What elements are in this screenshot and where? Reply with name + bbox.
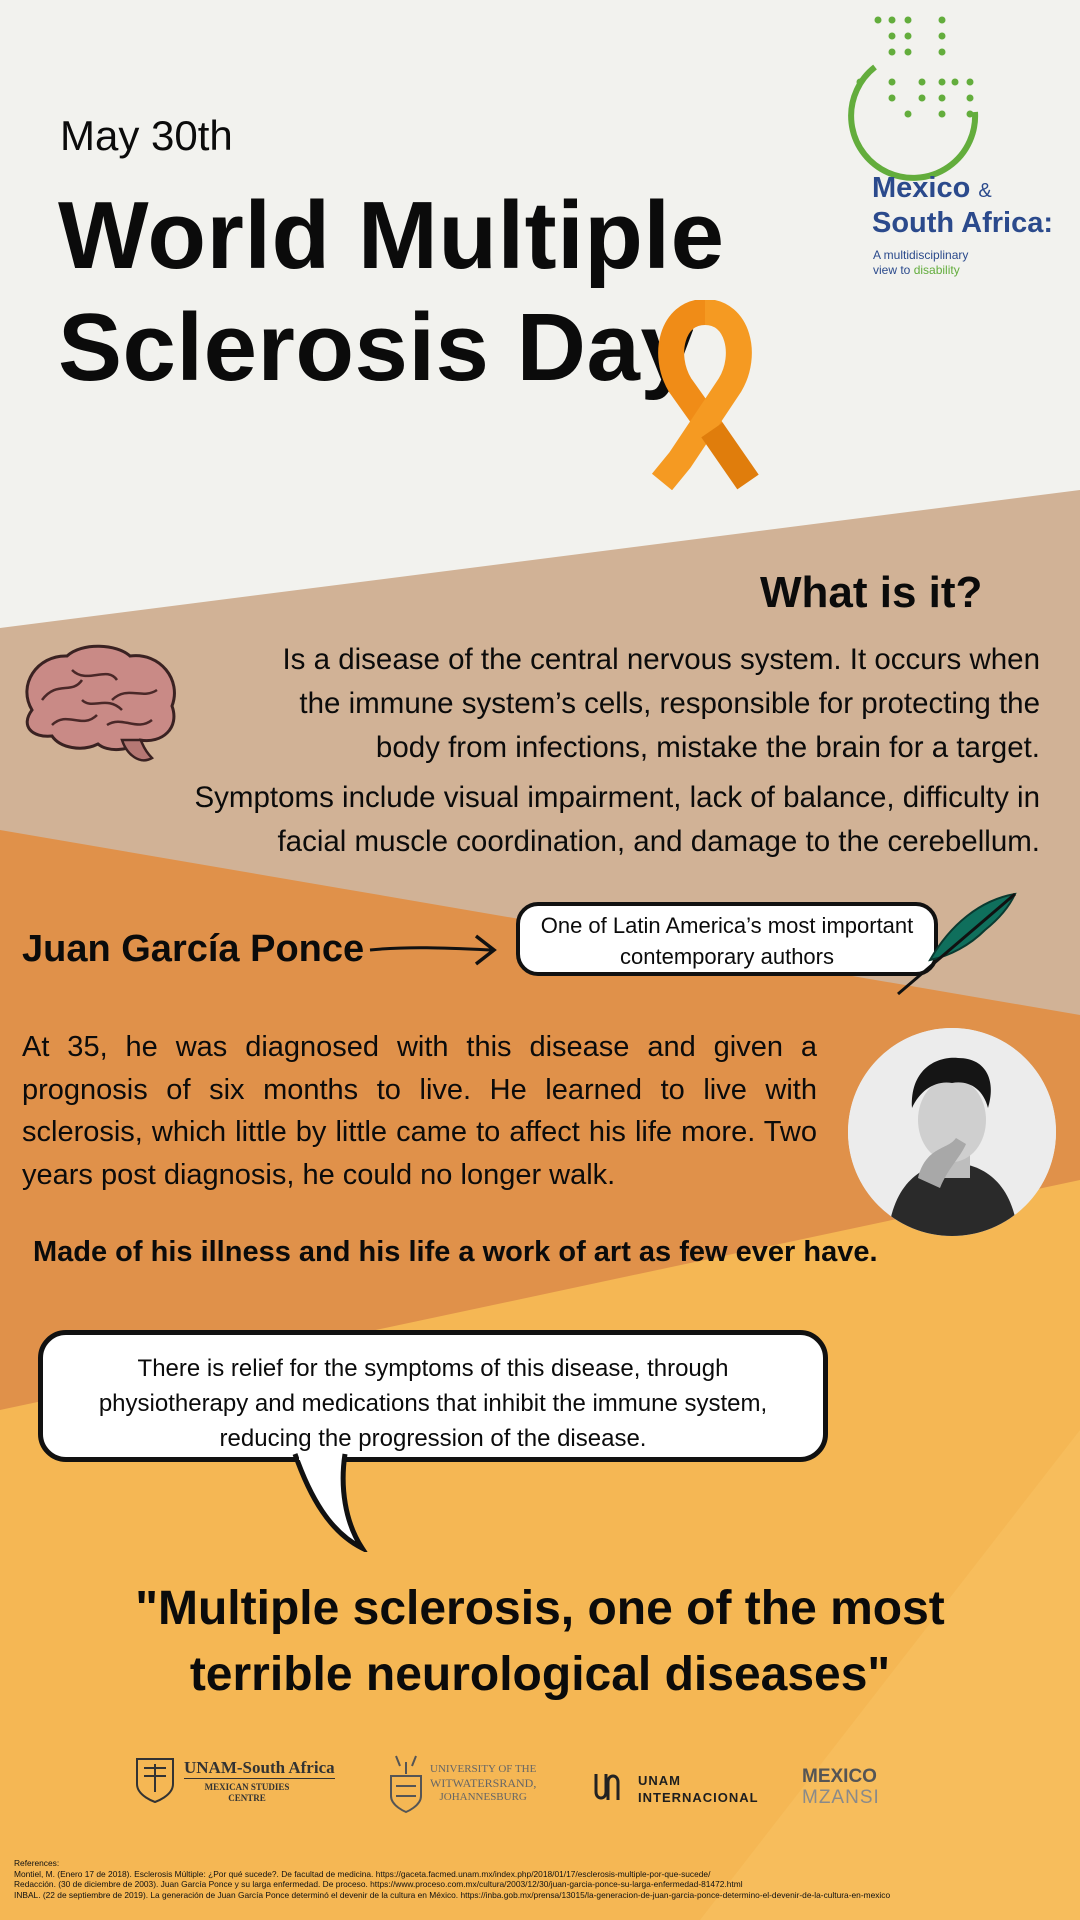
logo-wordmark: Mexico & South Africa: <box>872 172 1053 239</box>
unam-south-africa-logo: UNAM-South Africa Mexican Studies Centre <box>134 1752 354 1812</box>
unam-internacional-logo: UNAM INTERNACIONAL <box>590 1752 770 1812</box>
logo-tagline: A multidisciplinary view to disability <box>873 248 969 277</box>
highlight-statement: Made of his illness and his life a work … <box>33 1236 878 1268</box>
brain-icon <box>25 644 176 762</box>
page-title: World Multiple Sclerosis Day <box>58 182 725 401</box>
arrow-right-icon <box>369 934 497 966</box>
section-heading-what-is-it: What is it? <box>760 568 983 617</box>
mexico-mzansi-logo: MEXICO MZANSI <box>802 1766 880 1808</box>
wits-university-logo: UNIVERSITY OF THE WITWATERSRAND, JOHANNE… <box>388 1752 558 1814</box>
orange-ribbon-icon <box>651 300 759 490</box>
author-name: Juan García Ponce <box>22 928 365 970</box>
speech-bubble-tail <box>292 1452 368 1552</box>
quill-icon <box>897 892 1017 996</box>
author-story: At 35, he was diagnosed with this diseas… <box>22 1031 817 1191</box>
author-portrait <box>848 1028 1056 1236</box>
references-footer: References: Montiel, M. (Enero 17 de 201… <box>14 1858 891 1901</box>
unam-crest-icon <box>136 1758 174 1804</box>
wits-crest-icon <box>390 1755 422 1814</box>
definition-paragraph: Is a disease of the central nervous syst… <box>282 643 1040 764</box>
author-callout: One of Latin America’s most important co… <box>516 902 938 976</box>
symptoms-paragraph: Symptoms include visual impairment, lack… <box>194 781 1041 858</box>
closing-quote: "Multiple sclerosis, one of the most ter… <box>135 1582 945 1701</box>
braille-dots-icon <box>848 16 979 181</box>
event-date: May 30th <box>60 112 233 159</box>
relief-speech-bubble: There is relief for the symptoms of this… <box>38 1330 828 1462</box>
unam-internacional-icon <box>594 1774 620 1800</box>
